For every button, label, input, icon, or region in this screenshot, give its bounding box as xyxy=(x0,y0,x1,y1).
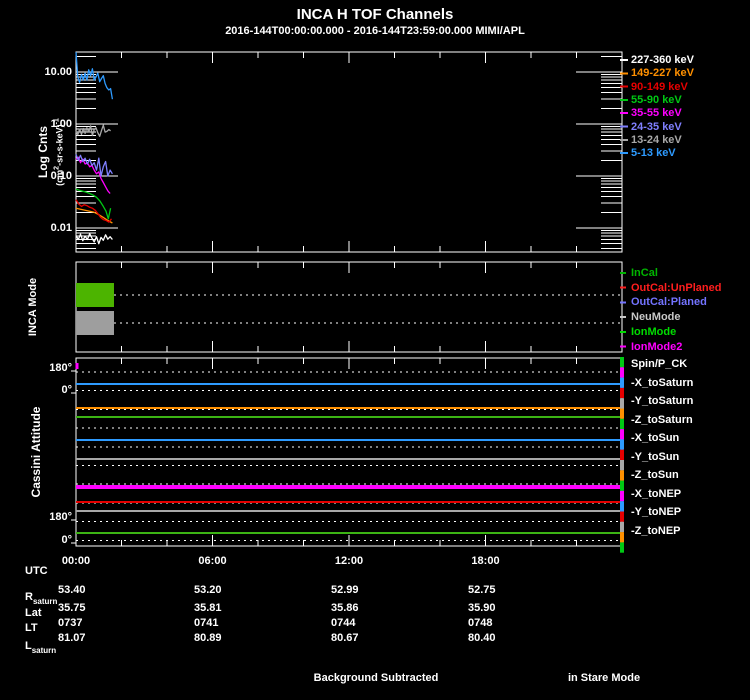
mode-ylabel: INCA Mode xyxy=(27,278,39,336)
ephemeris-value: 0737 xyxy=(58,617,82,629)
ephemeris-value: 81.07 xyxy=(58,632,86,644)
ephemeris-value: 80.89 xyxy=(194,632,222,644)
spectrum-legend-label: 35-55 keV xyxy=(631,107,682,119)
mode-frame xyxy=(76,262,622,352)
spectrum-frame xyxy=(76,52,622,252)
ephemeris-value: 35.75 xyxy=(58,602,86,614)
footer-note-center: Background Subtracted xyxy=(314,672,439,684)
ephemeris-value: 35.86 xyxy=(331,602,359,614)
spectrum-legend-label: 55-90 keV xyxy=(631,94,682,106)
attitude-edge-tick xyxy=(620,512,624,522)
attitude-frame xyxy=(76,358,622,546)
plot-subtitle: 2016-144T00:00:00.000 - 2016-144T23:59:0… xyxy=(225,25,525,37)
ephemeris-value: 80.40 xyxy=(468,632,496,644)
attitude-legend-label: -Z_toSaturn xyxy=(631,414,693,426)
attitude-edge-tick xyxy=(620,388,624,398)
utc-tick-label: 06:00 xyxy=(198,555,226,567)
spectrum-trace-55-90-keV xyxy=(76,189,111,219)
attitude-edge-tick xyxy=(620,522,624,532)
attitude-edge-tick xyxy=(620,450,624,460)
attitude-edge-tick xyxy=(620,367,624,377)
inca-tof-plot: INCA H TOF Channels 2016-144T00:00:00.00… xyxy=(0,0,750,700)
ion-mode-bar xyxy=(76,283,114,307)
attitude-ylabel: Cassini Attitude xyxy=(29,407,43,498)
spectrum-legend-label: 227-360 keV xyxy=(631,54,694,66)
attitude-edge-tick xyxy=(620,419,624,429)
mode-legend-label: IonMode xyxy=(631,326,676,338)
mode-legend-label: OutCal:UnPlaned xyxy=(631,282,721,294)
attitude-ytick-label: 0° xyxy=(61,384,72,396)
attitude-edge-tick xyxy=(620,398,624,408)
spectrum-trace-24-35-keV xyxy=(76,154,112,176)
spectrum-ytick-label: 0.01 xyxy=(51,222,72,234)
ephemeris-value: 52.99 xyxy=(331,584,359,596)
attitude-edge-tick xyxy=(620,378,624,388)
attitude-legend-label: Spin/P_CK xyxy=(631,358,687,370)
spectrum-ylabel: Log Cnts xyxy=(36,126,50,178)
attitude-legend-label: -X_toNEP xyxy=(631,488,681,500)
attitude-edge-tick xyxy=(620,501,624,511)
ephemeris-value: 52.75 xyxy=(468,584,496,596)
attitude-legend-label: -X_toSun xyxy=(631,432,679,444)
spectrum-ytick-label: 10.00 xyxy=(44,66,72,78)
ephemeris-value: 53.40 xyxy=(58,584,86,596)
attitude-ytick-label: 180° xyxy=(49,362,72,374)
utc-axis-label: UTC xyxy=(25,565,48,577)
attitude-legend-label: -Y_toNEP xyxy=(631,506,681,518)
neu-mode-bar xyxy=(76,311,114,335)
mode-legend-label: IonMode2 xyxy=(631,341,682,353)
attitude-legend-label: -Z_toSun xyxy=(631,469,679,481)
attitude-legend-label: -Y_toSaturn xyxy=(631,395,693,407)
ephemeris-value: 0748 xyxy=(468,617,492,629)
attitude-edge-tick xyxy=(620,439,624,449)
footer-note-right: in Stare Mode xyxy=(568,672,640,684)
ephemeris-row-label-LT: LT xyxy=(25,622,38,634)
spectrum-legend-label: 13-24 keV xyxy=(631,134,682,146)
attitude-edge-tick xyxy=(620,542,624,552)
utc-tick-label: 18:00 xyxy=(471,555,499,567)
attitude-edge-tick xyxy=(620,470,624,480)
utc-tick-label: 12:00 xyxy=(335,555,363,567)
ephemeris-value: 0741 xyxy=(194,617,218,629)
ephemeris-value: 35.90 xyxy=(468,602,496,614)
attitude-edge-tick xyxy=(620,409,624,419)
attitude-edge-tick xyxy=(620,481,624,491)
ephemeris-row-label-L: Lsaturn xyxy=(25,640,56,652)
attitude-ytick-label: 180° xyxy=(49,511,72,523)
spectrum-legend-label: 90-149 keV xyxy=(631,81,688,93)
ephemeris-value: 35.81 xyxy=(194,602,222,614)
spectrum-ytick-label: 1.00 xyxy=(51,118,72,130)
utc-tick-label: 00:00 xyxy=(62,555,90,567)
ephemeris-value: 53.20 xyxy=(194,584,222,596)
ephemeris-value: 80.67 xyxy=(331,632,359,644)
attitude-ytick-label: 0° xyxy=(61,534,72,546)
attitude-edge-tick xyxy=(620,532,624,542)
ephemeris-row-label-R: Rsaturn xyxy=(25,591,57,603)
plot-title: INCA H TOF Channels xyxy=(297,6,454,23)
attitude-edge-tick xyxy=(620,460,624,470)
attitude-edge-tick xyxy=(620,429,624,439)
spectrum-legend-label: 24-35 keV xyxy=(631,121,682,133)
attitude-legend-label: -Y_toSun xyxy=(631,451,679,463)
spectrum-ytick-label: 0.10 xyxy=(51,170,72,182)
ephemeris-value: 0744 xyxy=(331,617,355,629)
spectrum-legend-label: 5-13 keV xyxy=(631,147,676,159)
spectrum-legend-label: 149-227 keV xyxy=(631,67,694,79)
mode-legend-label: OutCal:Planed xyxy=(631,296,707,308)
ephemeris-row-label-Lat: Lat xyxy=(25,607,42,619)
attitude-legend-label: -Z_toNEP xyxy=(631,525,681,537)
attitude-edge-tick xyxy=(620,357,624,367)
spectrum-trace-227-360-keV xyxy=(76,234,112,244)
spectrum-trace-5-13-keV xyxy=(76,52,112,99)
attitude-legend-label: -X_toSaturn xyxy=(631,377,693,389)
mode-legend-label: NeuMode xyxy=(631,311,681,323)
attitude-edge-tick xyxy=(620,491,624,501)
mode-legend-label: InCal xyxy=(631,267,658,279)
